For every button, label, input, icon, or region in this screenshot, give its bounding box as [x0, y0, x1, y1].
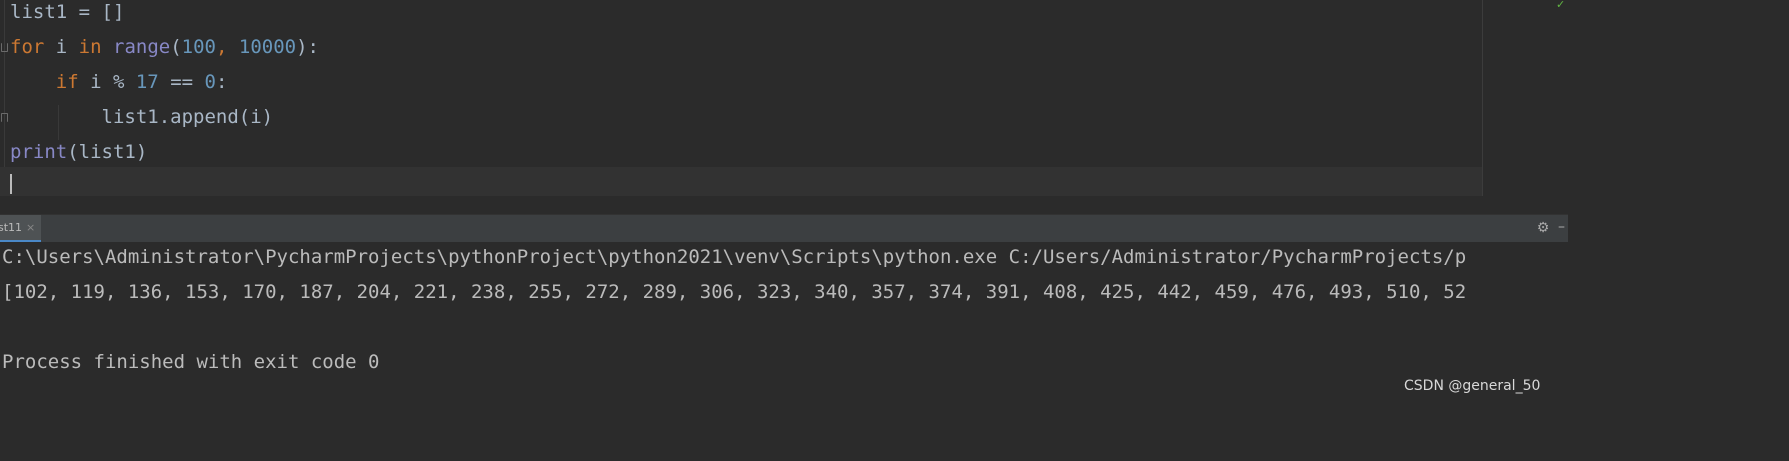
- run-tab-label: st11: [0, 221, 23, 234]
- minimize-icon[interactable]: –: [1558, 220, 1568, 234]
- code-token: ==: [158, 71, 205, 93]
- code-token: for: [10, 36, 45, 58]
- code-token: range: [113, 36, 171, 58]
- gear-icon[interactable]: ⚙: [1536, 221, 1550, 235]
- code-token: list1.append(i): [10, 106, 274, 128]
- code-token: in: [78, 36, 102, 58]
- run-tab[interactable]: st11 ×: [0, 215, 42, 242]
- run-console[interactable]: C:\Users\Administrator\PycharmProjects\p…: [0, 242, 1568, 404]
- code-line-6-current[interactable]: [0, 167, 1482, 196]
- fold-marker-for[interactable]: [1, 43, 8, 52]
- watermark: CSDN @general_50: [1404, 378, 1541, 394]
- code-token: 0: [204, 71, 216, 93]
- code-token: 17: [135, 71, 159, 93]
- close-icon[interactable]: ×: [26, 222, 35, 233]
- code-token: :: [215, 71, 228, 93]
- right-margin-guide: [1482, 0, 1483, 196]
- code-token: ):: [296, 36, 319, 58]
- code-token: print: [10, 141, 68, 163]
- run-tool-window-header: st11 × ⚙ –: [0, 214, 1568, 242]
- console-line-command: C:\Users\Administrator\PycharmProjects\p…: [2, 246, 1467, 268]
- pycharm-window: list1 = [] for i in range(100, 10000): i…: [0, 0, 1568, 404]
- console-line-output: [102, 119, 136, 153, 170, 187, 204, 221,…: [2, 281, 1467, 303]
- code-token: 10000: [238, 36, 297, 58]
- code-line-1[interactable]: list1 = []: [10, 0, 124, 30]
- code-token: (: [170, 36, 182, 58]
- code-token: (list1): [67, 141, 148, 163]
- code-editor[interactable]: list1 = [] for i in range(100, 10000): i…: [0, 0, 1568, 196]
- check-icon[interactable]: ✓: [1556, 0, 1568, 10]
- code-line-3[interactable]: if i % 17 == 0:: [10, 65, 228, 100]
- code-token: i: [44, 36, 79, 58]
- code-line-2[interactable]: for i in range(100, 10000):: [10, 30, 319, 65]
- code-line-4[interactable]: list1.append(i): [10, 100, 274, 135]
- code-token: list1 = []: [10, 1, 125, 23]
- code-token: ,: [215, 36, 239, 58]
- console-line-exit: Process finished with exit code 0: [2, 351, 380, 373]
- text-caret: [10, 174, 12, 194]
- code-line-5[interactable]: print(list1): [10, 135, 147, 170]
- code-token: i %: [78, 71, 136, 93]
- code-token: 100: [181, 36, 216, 58]
- code-token: if: [55, 71, 79, 93]
- fold-marker-end[interactable]: [1, 113, 8, 122]
- editor-horizontal-scroll-area[interactable]: [0, 196, 1568, 214]
